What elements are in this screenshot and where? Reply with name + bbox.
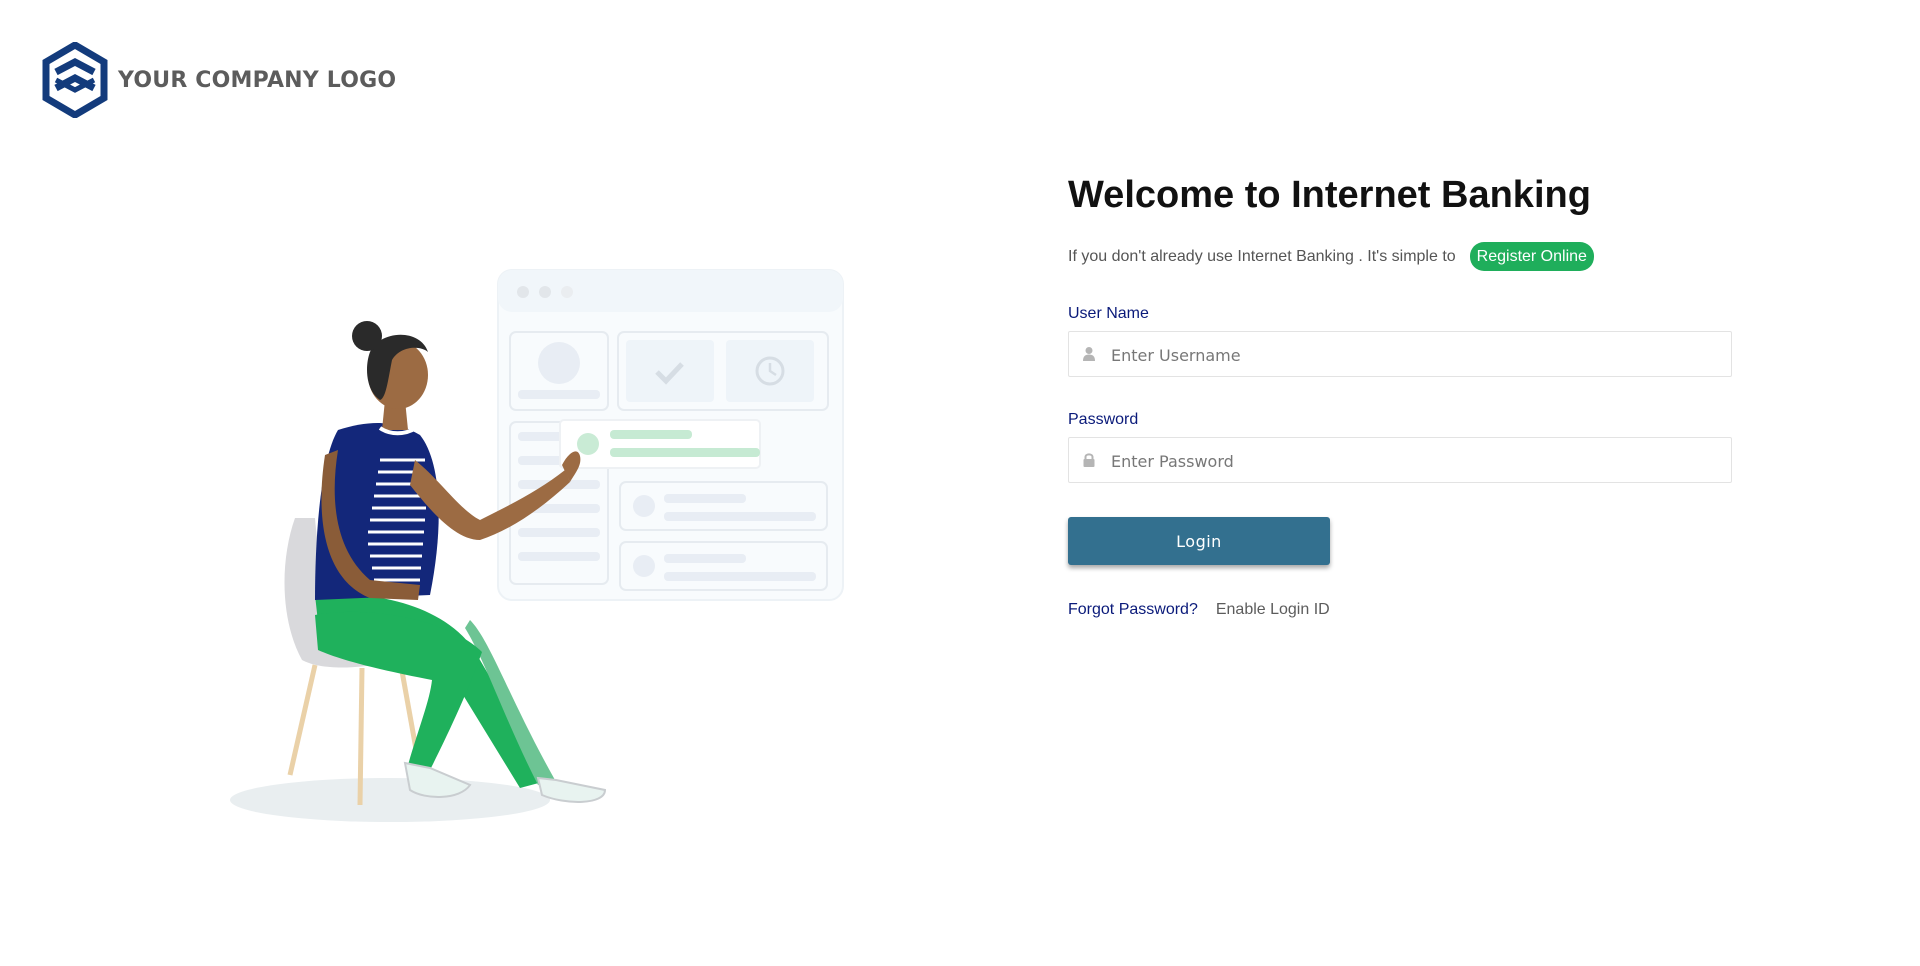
hero-illustration: [230, 269, 844, 822]
forgot-password-link[interactable]: Forgot Password?: [1068, 601, 1198, 619]
auth-links: Forgot Password? Enable Login ID: [1068, 601, 1734, 619]
password-input[interactable]: [1109, 438, 1713, 484]
page-title: Welcome to Internet Banking: [1068, 174, 1591, 216]
register-intro-text: If you don't already use Internet Bankin…: [1068, 247, 1456, 265]
register-online-button[interactable]: Register Online: [1469, 242, 1594, 271]
company-logo[interactable]: YOUR COMPANY LOGO: [42, 42, 396, 118]
username-input[interactable]: [1109, 332, 1713, 378]
register-prompt: If you don't already use Internet Bankin…: [1068, 242, 1734, 271]
login-button[interactable]: Login: [1068, 517, 1330, 565]
password-label: Password: [1068, 411, 1139, 428]
login-panel: Welcome to Internet Banking If you don't…: [1068, 170, 1734, 619]
logo-text: YOUR COMPANY LOGO: [118, 67, 397, 93]
login-page: YOUR COMPANY LOGO Welcome to Internet Ba…: [0, 0, 1920, 966]
logo-icon: [42, 42, 108, 118]
password-field[interactable]: [1068, 437, 1732, 484]
dashboard-card-illustration: [497, 269, 844, 601]
lock-icon: [1083, 453, 1095, 467]
enable-login-id-link[interactable]: Enable Login ID: [1216, 601, 1330, 619]
username-field[interactable]: [1068, 331, 1732, 378]
floor-shadow: [230, 778, 550, 822]
user-icon: [1083, 347, 1095, 361]
username-label: User Name: [1068, 305, 1149, 322]
